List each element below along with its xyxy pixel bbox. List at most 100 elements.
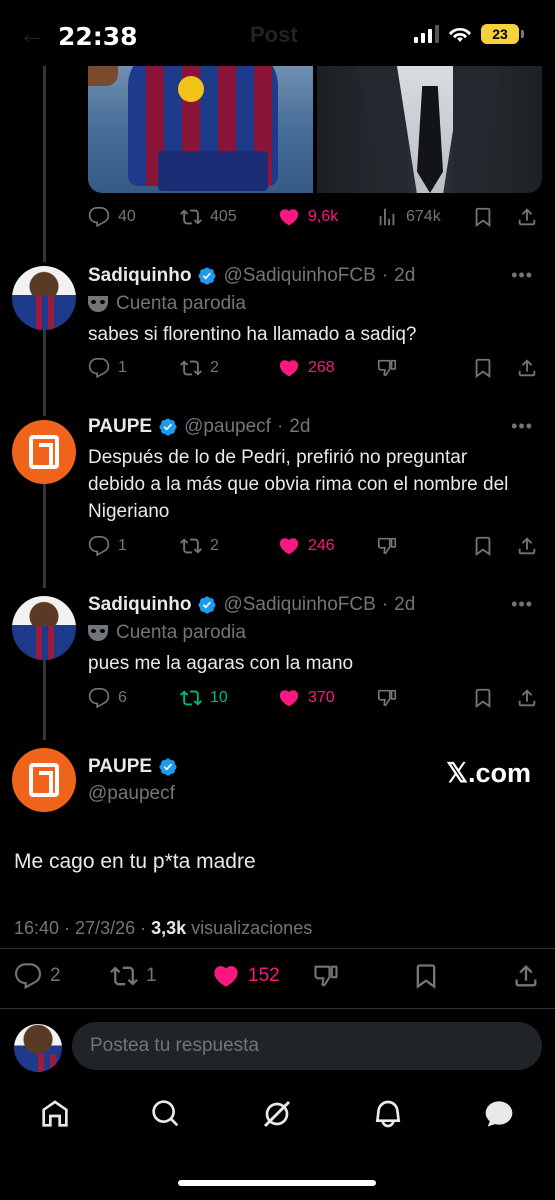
tweet-header: PAUPE @paupecf · 2d — [88, 416, 311, 438]
tweet-actions: 1 2 268 — [0, 355, 555, 383]
share-icon — [516, 535, 538, 557]
search-icon[interactable] — [150, 1098, 182, 1130]
display-name[interactable]: PAUPE — [88, 756, 152, 778]
display-name[interactable]: Sadiquinho — [88, 265, 191, 287]
share-icon — [516, 206, 538, 228]
like-button[interactable]: 268 — [278, 357, 335, 379]
main-tweet: PAUPE @paupecf 𝕏.com Me cago en tu p*ta … — [0, 746, 555, 1016]
retweet-button[interactable]: 2 — [180, 357, 219, 379]
heart-icon — [278, 687, 300, 709]
status-time: 22:38 — [58, 22, 138, 51]
bookmark-icon — [472, 357, 494, 379]
reply-tweet[interactable]: PAUPE @paupecf · 2d ••• Después de lo de… — [0, 414, 555, 574]
tweet-header: Sadiquinho @SadiquinhoFCB · 2d — [88, 265, 416, 287]
verified-badge-icon — [158, 757, 178, 777]
retweet-button[interactable]: 10 — [180, 687, 228, 709]
wifi-icon — [449, 27, 471, 42]
tweet-header: Sadiquinho @SadiquinhoFCB · 2d — [88, 594, 416, 616]
paupe-logo — [29, 763, 59, 797]
avatar[interactable] — [12, 420, 76, 484]
tweet-time: 2d — [394, 265, 416, 286]
like-button[interactable]: 370 — [278, 687, 335, 709]
tweet-text: pues me la agaras con la mano — [88, 653, 354, 674]
share-button[interactable] — [512, 962, 540, 990]
views-label: visualizaciones — [186, 918, 313, 938]
share-button[interactable] — [516, 535, 538, 557]
display-name[interactable]: PAUPE — [88, 416, 152, 438]
share-icon — [512, 962, 540, 990]
my-avatar[interactable] — [14, 1024, 62, 1072]
share-button[interactable] — [516, 357, 538, 379]
share-button[interactable] — [516, 687, 538, 709]
share-icon — [516, 687, 538, 709]
handle[interactable]: @paupecf — [184, 416, 271, 438]
media-image-player[interactable] — [88, 66, 313, 193]
reply-button[interactable]: 40 — [88, 206, 136, 228]
avatar[interactable] — [12, 748, 76, 812]
tweet-text: sabes si florentino ha llamado a sadiq? — [88, 324, 417, 345]
dislike-button[interactable] — [376, 357, 398, 379]
tweet-meta: 16:40 · 27/3/26 · 3,3k visualizaciones — [14, 918, 312, 939]
signal-icon — [414, 25, 439, 43]
tweet-media[interactable] — [88, 66, 542, 193]
reply-icon — [88, 687, 110, 709]
like-button[interactable]: 246 — [278, 535, 335, 557]
divider — [0, 948, 555, 949]
tweet-actions: 1 2 246 — [0, 533, 555, 561]
reply-button[interactable]: 6 — [88, 687, 127, 709]
handle[interactable]: @SadiquinhoFCB — [223, 265, 375, 287]
back-arrow-icon[interactable]: ← — [18, 18, 46, 50]
like-button[interactable]: 9,6k — [278, 206, 338, 228]
dislike-icon — [376, 357, 398, 379]
parody-label: Cuenta parodia — [88, 622, 246, 644]
divider — [0, 1008, 555, 1009]
avatar[interactable] — [12, 266, 76, 330]
reply-button[interactable]: 1 — [88, 357, 127, 379]
reply-tweet[interactable]: Sadiquinho @SadiquinhoFCB · 2d ••• Cuent… — [0, 262, 555, 392]
verified-badge-icon — [158, 417, 178, 437]
avatar[interactable] — [12, 596, 76, 660]
more-options-icon[interactable]: ••• — [511, 594, 533, 615]
handle[interactable]: @SadiquinhoFCB — [223, 594, 375, 616]
paupe-logo — [29, 435, 59, 469]
bookmark-button[interactable] — [472, 206, 494, 228]
display-name[interactable]: Sadiquinho — [88, 594, 191, 616]
dislike-button[interactable] — [376, 535, 398, 557]
heart-icon — [212, 962, 240, 990]
tweet-text: Después de lo de Pedri, prefirió no preg… — [88, 447, 509, 522]
views-button[interactable]: 674k — [376, 206, 441, 228]
media-image-suit[interactable] — [317, 66, 542, 193]
bookmark-button[interactable] — [472, 687, 494, 709]
more-options-icon[interactable]: ••• — [511, 265, 533, 286]
bookmark-button[interactable] — [412, 962, 440, 990]
bookmark-button[interactable] — [472, 357, 494, 379]
retweet-button[interactable]: 405 — [180, 206, 237, 228]
reply-tweet[interactable]: Sadiquinho @SadiquinhoFCB · 2d ••• Cuent… — [0, 592, 555, 722]
heart-icon — [278, 206, 300, 228]
more-options-icon[interactable]: ••• — [511, 416, 533, 437]
parody-mask-icon — [88, 296, 108, 312]
share-button[interactable] — [516, 206, 538, 228]
grok-icon[interactable] — [261, 1098, 293, 1130]
notifications-icon[interactable] — [372, 1098, 404, 1130]
retweet-icon — [180, 357, 202, 379]
heart-icon — [278, 535, 300, 557]
views-count: 3,3k — [151, 918, 187, 938]
x-watermark: 𝕏.com — [446, 758, 531, 788]
bookmark-icon — [412, 962, 440, 990]
retweet-button[interactable]: 2 — [180, 535, 219, 557]
bookmark-button[interactable] — [472, 535, 494, 557]
reply-button[interactable]: 1 — [88, 535, 127, 557]
battery-icon: 23 — [481, 24, 524, 44]
handle[interactable]: @paupecf — [88, 783, 175, 805]
messages-icon[interactable] — [483, 1098, 515, 1130]
home-icon[interactable] — [39, 1098, 71, 1130]
reply-button[interactable]: 2 — [14, 962, 61, 990]
top-tweet-actions: 40 405 9,6k 674k — [0, 204, 555, 232]
like-button[interactable]: 152 — [212, 962, 280, 990]
dislike-button[interactable] — [312, 962, 340, 990]
verified-badge-icon — [197, 266, 217, 286]
reply-input[interactable] — [72, 1022, 542, 1070]
retweet-button[interactable]: 1 — [110, 962, 157, 990]
dislike-button[interactable] — [376, 687, 398, 709]
